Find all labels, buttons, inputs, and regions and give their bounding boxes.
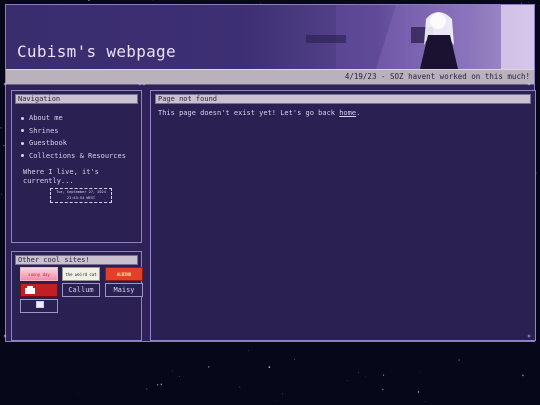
cool-sites-panel: Other cool sites! sunny day the weird ca…	[11, 251, 143, 341]
sparkle-icon	[142, 82, 146, 86]
star	[1, 193, 3, 195]
nav-item-about-me[interactable]: About me	[21, 112, 126, 125]
main-header: Page not found	[155, 94, 531, 104]
navigation-header: Navigation	[15, 94, 138, 104]
star	[294, 359, 296, 360]
sparkle-icon	[3, 334, 7, 338]
star	[347, 380, 348, 381]
not-found-message: This page doesn't exist yet! Let's go ba…	[158, 109, 361, 117]
site-button-red[interactable]	[20, 283, 58, 297]
header-banner: Cubism's webpage	[6, 5, 534, 69]
clock-widget: Tue, September 27, 2024 23:45:54 WEST	[50, 188, 112, 203]
nav-list: About me Shrines Guestbook Collections &…	[21, 112, 126, 162]
main-content-panel: Page not found This page doesn't exist y…	[150, 90, 536, 341]
red-button-art	[25, 286, 35, 294]
star	[172, 370, 173, 372]
star	[268, 366, 271, 368]
sparkle-icon	[527, 334, 531, 338]
location-text: Where I live, it's currently...	[23, 168, 99, 185]
star	[156, 384, 159, 386]
star	[160, 383, 162, 385]
bullet-icon	[21, 129, 24, 132]
star	[78, 393, 79, 395]
bullet-icon	[21, 154, 24, 157]
nav-item-shrines[interactable]: Shrines	[21, 125, 126, 138]
cool-sites-header: Other cool sites!	[15, 255, 138, 265]
marquee-text: 4/19/23 - SOZ havent worked on this much…	[344, 72, 530, 81]
broken-image-icon	[36, 301, 44, 308]
star	[382, 388, 384, 391]
star	[282, 393, 283, 395]
bullet-icon	[21, 116, 24, 120]
star	[522, 374, 524, 377]
site-button-sunny[interactable]: sunny day	[20, 267, 58, 281]
site-button-albino[interactable]: ALBINO	[105, 267, 143, 281]
marquee-bar: 4/19/23 - SOZ havent worked on this much…	[6, 69, 534, 85]
site-button-cat[interactable]: the weird cat	[62, 267, 100, 281]
sparkle-icon	[527, 82, 531, 86]
home-link[interactable]: home	[339, 109, 356, 117]
star	[179, 375, 181, 377]
site-button-broken-image[interactable]	[20, 299, 58, 313]
bullet-icon	[21, 141, 24, 145]
site-button-callum[interactable]: Callum	[62, 283, 100, 297]
navigation-panel: Navigation About me Shrines Guestbook Co…	[11, 90, 142, 243]
star	[146, 388, 148, 390]
site-button-maisy[interactable]: Maisy	[105, 283, 143, 297]
star	[239, 386, 241, 388]
site-container: Cubism's webpage 4/19/23 - SOZ havent wo…	[5, 4, 536, 342]
star	[207, 366, 210, 368]
star	[365, 376, 366, 377]
star	[417, 391, 420, 393]
star	[528, 1, 529, 3]
star	[152, 0, 154, 1]
star	[0, 127, 2, 129]
site-title: Cubism's webpage	[17, 42, 176, 61]
nav-item-guestbook[interactable]: Guestbook	[21, 137, 126, 150]
nav-item-collections[interactable]: Collections & Resources	[21, 150, 126, 163]
star	[419, 372, 420, 373]
star	[424, 401, 426, 402]
sparkle-icon	[3, 82, 7, 86]
star	[358, 371, 359, 373]
star	[458, 359, 461, 361]
star	[248, 350, 249, 351]
star	[382, 374, 385, 376]
star	[88, 0, 90, 2]
